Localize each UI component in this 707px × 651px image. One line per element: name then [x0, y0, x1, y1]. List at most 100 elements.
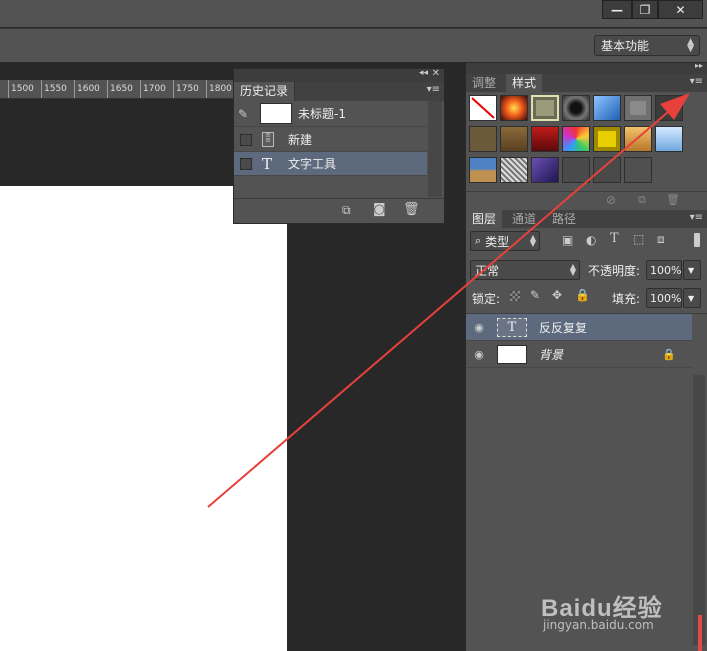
styles-grid	[466, 92, 707, 190]
filter-adjustment-icon[interactable]: ◐	[586, 233, 596, 247]
close-button[interactable]: ✕	[658, 0, 703, 19]
style-swatch[interactable]	[593, 126, 621, 152]
ruler-tick: 1800	[206, 80, 232, 98]
fill-value: 100%	[650, 291, 682, 305]
fill-dropdown[interactable]: ▼	[683, 288, 701, 308]
history-scrollbar[interactable]	[428, 101, 442, 197]
style-swatch[interactable]	[500, 157, 528, 183]
layer-lock-icon: 🔒	[662, 347, 676, 361]
style-swatch[interactable]	[500, 126, 528, 152]
opacity-label: 不透明度:	[588, 264, 641, 278]
minimize-button[interactable]: —	[602, 0, 632, 19]
style-swatch[interactable]	[469, 157, 497, 183]
right-panel-dock: ▸▸ 调整 样式 ▾≡ ⊘ ⧉ 🗑 图层 通道 路径 ▾≡ ⌕ 类型 ▲ ▼ ▣…	[465, 61, 707, 651]
panel-menu-icon[interactable]: ▾≡	[427, 84, 440, 95]
restore-button[interactable]: ❐	[632, 0, 658, 19]
text-tool-icon: T	[262, 154, 273, 173]
select-arrows-icon: ▲ ▼	[687, 37, 694, 54]
blend-mode-label: 正常	[475, 263, 500, 278]
filter-shape-icon[interactable]: ⬚	[633, 232, 644, 246]
new-document-from-state-icon[interactable]: ⧉	[342, 203, 351, 218]
tab-layers[interactable]: 图层	[466, 210, 503, 228]
lock-transparent-icon[interactable]	[510, 291, 520, 301]
style-swatch[interactable]	[624, 126, 652, 152]
workspace-select[interactable]: 基本功能 ▲ ▼	[594, 35, 700, 56]
trash-icon[interactable]: 🗑	[666, 193, 680, 206]
fill-input[interactable]: 100%	[646, 288, 682, 308]
visibility-eye-icon[interactable]: ◉	[466, 348, 492, 361]
layers-tab-strip: 图层 通道 路径 ▾≡	[466, 210, 707, 228]
ruler-tick: 1500	[8, 80, 34, 98]
style-swatch[interactable]	[562, 126, 590, 152]
history-item[interactable]: ≡ ≡ 新建	[234, 128, 427, 152]
opacity-dropdown[interactable]: ▼	[683, 260, 701, 280]
ruler-tick: 1600	[74, 80, 100, 98]
history-snapshot-row[interactable]: ✎ 未标题-1	[234, 101, 427, 127]
style-swatch[interactable]	[655, 126, 683, 152]
blend-mode-select[interactable]: 正常 ▲ ▼	[470, 260, 580, 280]
style-swatch[interactable]	[562, 157, 590, 183]
background-layer-thumbnail	[497, 344, 527, 364]
tab-history[interactable]: 历史记录	[234, 82, 296, 101]
history-brush-icon[interactable]: ✎	[238, 107, 260, 121]
new-style-icon[interactable]: ⧉	[638, 193, 646, 207]
style-swatch[interactable]	[562, 95, 590, 121]
visibility-eye-icon[interactable]: ◉	[466, 321, 492, 334]
filter-toggle-switch[interactable]	[694, 233, 700, 247]
layer-filter-select[interactable]: ⌕ 类型 ▲ ▼	[470, 231, 540, 251]
panel-menu-icon[interactable]: ▾≡	[690, 76, 703, 87]
collapse-icon[interactable]: ◂◂	[419, 68, 428, 78]
tab-channels[interactable]: 通道	[506, 210, 542, 228]
snapshot-name: 未标题-1	[298, 107, 346, 121]
lock-move-icon[interactable]: ✥	[552, 288, 562, 302]
opacity-value: 100%	[650, 263, 682, 277]
style-swatch[interactable]	[531, 95, 559, 121]
styles-tab-strip: 调整 样式 ▾≡	[466, 74, 707, 92]
style-swatch[interactable]	[593, 157, 621, 183]
history-source-checkbox[interactable]	[240, 133, 252, 146]
ruler-tick: 1550	[41, 80, 67, 98]
expand-icon[interactable]: ▸▸	[695, 61, 703, 70]
filter-type-icon[interactable]: T	[610, 231, 619, 246]
style-swatch[interactable]	[624, 95, 652, 121]
layers-scrollbar[interactable]	[693, 375, 705, 645]
tab-paths[interactable]: 路径	[546, 210, 582, 228]
search-icon: ⌕	[475, 234, 482, 247]
layers-scroll-thumb[interactable]	[698, 615, 702, 651]
style-none-swatch[interactable]	[469, 95, 497, 121]
history-source-checkbox[interactable]	[240, 157, 252, 170]
camera-icon[interactable]: ◙	[373, 202, 386, 217]
clear-style-icon[interactable]: ⊘	[606, 193, 616, 207]
tab-adjustments[interactable]: 调整	[466, 74, 502, 92]
style-swatch[interactable]	[500, 95, 528, 121]
document-canvas[interactable]	[0, 186, 287, 651]
lock-brush-icon[interactable]: ✎	[530, 288, 540, 302]
style-swatch[interactable]	[593, 95, 621, 121]
layer-row-selected[interactable]: ◉ T 反反复复	[466, 314, 692, 341]
style-swatch[interactable]	[469, 126, 497, 152]
workspace-label: 基本功能	[601, 39, 650, 53]
lock-label: 锁定:	[472, 292, 501, 306]
history-footer: ⧉ ◙ 🗑	[234, 198, 444, 223]
style-swatch[interactable]	[655, 95, 683, 121]
layer-filter-label: 类型	[485, 234, 510, 249]
trash-icon[interactable]: 🗑	[403, 202, 420, 217]
panel-header: ◂◂ ✕	[234, 68, 444, 82]
layer-row[interactable]: ◉ 背景 🔒	[466, 341, 692, 368]
history-panel: ◂◂ ✕ 历史记录 ▾≡ ✎ 未标题-1 ≡ ≡ 新建 T 文字工具 ⧉ ◙ 🗑	[233, 68, 445, 224]
ruler-tick: 1650	[107, 80, 133, 98]
panel-menu-icon[interactable]: ▾≡	[690, 212, 703, 223]
style-swatch[interactable]	[624, 157, 652, 183]
filter-pixel-icon[interactable]: ▣	[562, 233, 573, 247]
opacity-input[interactable]: 100%	[646, 260, 682, 280]
history-item-selected[interactable]: T 文字工具	[234, 152, 427, 176]
select-arrows-icon: ▲ ▼	[569, 262, 576, 277]
lock-all-icon[interactable]: 🔒	[575, 288, 590, 302]
text-layer-thumbnail: T	[497, 317, 527, 337]
horizontal-ruler: 1500 1550 1600 1650 1700 1750 1800	[0, 80, 235, 99]
filter-smart-object-icon[interactable]: ⧈	[657, 232, 665, 247]
style-swatch[interactable]	[531, 157, 559, 183]
tab-styles[interactable]: 样式	[506, 74, 543, 92]
close-panel-icon[interactable]: ✕	[432, 68, 440, 79]
style-swatch[interactable]	[531, 126, 559, 152]
